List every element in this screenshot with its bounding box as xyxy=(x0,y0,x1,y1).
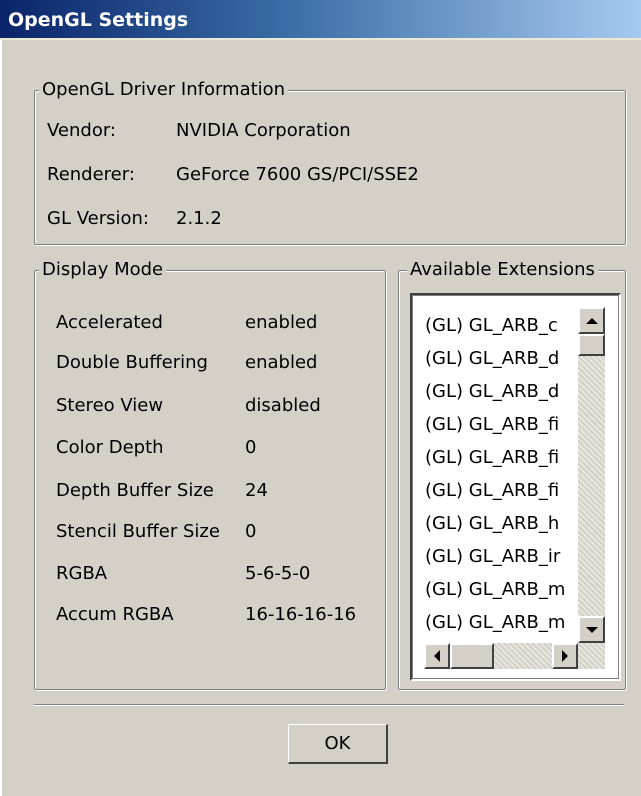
scroll-left-button[interactable] xyxy=(424,643,450,669)
stereo-view-value: disabled xyxy=(245,395,321,416)
arrow-left-icon xyxy=(434,650,440,662)
rgba-label: RGBA xyxy=(56,563,108,584)
stencil-buffer-size-label: Stencil Buffer Size xyxy=(56,521,220,542)
accum-rgba-label: Accum RGBA xyxy=(56,604,174,625)
double-buffering-value: enabled xyxy=(245,352,318,373)
extensions-listbox[interactable]: (GL) GL_ARB_c (GL) GL_ARB_d (GL) GL_ARB_… xyxy=(410,293,621,681)
stencil-buffer-size-value: 0 xyxy=(245,521,257,542)
vertical-scroll-thumb[interactable] xyxy=(578,334,605,356)
title-bar: OpenGL Settings xyxy=(0,0,641,40)
horizontal-scroll-thumb[interactable] xyxy=(450,643,494,669)
list-item[interactable]: (GL) GL_ARB_fi xyxy=(425,441,577,474)
accum-rgba-value: 16-16-16-16 xyxy=(245,604,357,625)
color-depth-label: Color Depth xyxy=(56,437,164,458)
color-depth-value: 0 xyxy=(245,437,257,458)
arrow-down-icon xyxy=(585,626,598,633)
vertical-scrollbar[interactable] xyxy=(578,307,605,643)
extensions-legend: Available Extensions xyxy=(407,258,598,282)
scroll-up-button[interactable] xyxy=(578,307,605,334)
display-mode-legend: Display Mode xyxy=(39,258,167,282)
rgba-value: 5-6-5-0 xyxy=(245,563,311,584)
driver-info-legend: OpenGL Driver Information xyxy=(39,78,289,102)
depth-buffer-size-value: 24 xyxy=(245,480,268,501)
horizontal-scrollbar[interactable] xyxy=(424,643,605,669)
scroll-right-button[interactable] xyxy=(552,643,578,669)
vendor-label: Vendor: xyxy=(47,120,116,141)
window-border xyxy=(0,40,2,796)
extensions-list: (GL) GL_ARB_c (GL) GL_ARB_d (GL) GL_ARB_… xyxy=(425,309,577,639)
accelerated-label: Accelerated xyxy=(56,312,163,333)
gl-version-label: GL Version: xyxy=(47,208,149,229)
list-item[interactable]: (GL) GL_ARB_d xyxy=(425,342,577,375)
arrow-up-icon xyxy=(585,317,598,324)
vendor-value: NVIDIA Corporation xyxy=(176,120,351,141)
separator-highlight xyxy=(34,705,624,706)
renderer-value: GeForce 7600 GS/PCI/SSE2 xyxy=(176,164,419,185)
list-item[interactable]: (GL) GL_ARB_c xyxy=(425,309,577,342)
list-item[interactable]: (GL) GL_ARB_fi xyxy=(425,474,577,507)
scroll-down-button[interactable] xyxy=(578,616,605,643)
driver-info-group: OpenGL Driver Information Vendor: NVIDIA… xyxy=(34,78,626,245)
list-item[interactable]: (GL) GL_ARB_m xyxy=(425,573,577,606)
gl-version-value: 2.1.2 xyxy=(176,208,222,229)
list-item[interactable]: (GL) GL_ARB_m xyxy=(425,606,577,639)
ok-button[interactable]: OK xyxy=(288,724,388,764)
list-item[interactable]: (GL) GL_ARB_ir xyxy=(425,540,577,573)
stereo-view-label: Stereo View xyxy=(56,395,164,416)
list-item[interactable]: (GL) GL_ARB_fi xyxy=(425,408,577,441)
window-title: OpenGL Settings xyxy=(8,9,189,31)
display-mode-group: Display Mode Accelerated enabled Double … xyxy=(34,258,386,690)
depth-buffer-size-label: Depth Buffer Size xyxy=(56,480,214,501)
double-buffering-label: Double Buffering xyxy=(56,352,208,373)
accelerated-value: enabled xyxy=(245,312,318,333)
arrow-right-icon xyxy=(562,650,568,662)
renderer-label: Renderer: xyxy=(47,164,135,185)
list-item[interactable]: (GL) GL_ARB_d xyxy=(425,375,577,408)
list-item[interactable]: (GL) GL_ARB_h xyxy=(425,507,577,540)
